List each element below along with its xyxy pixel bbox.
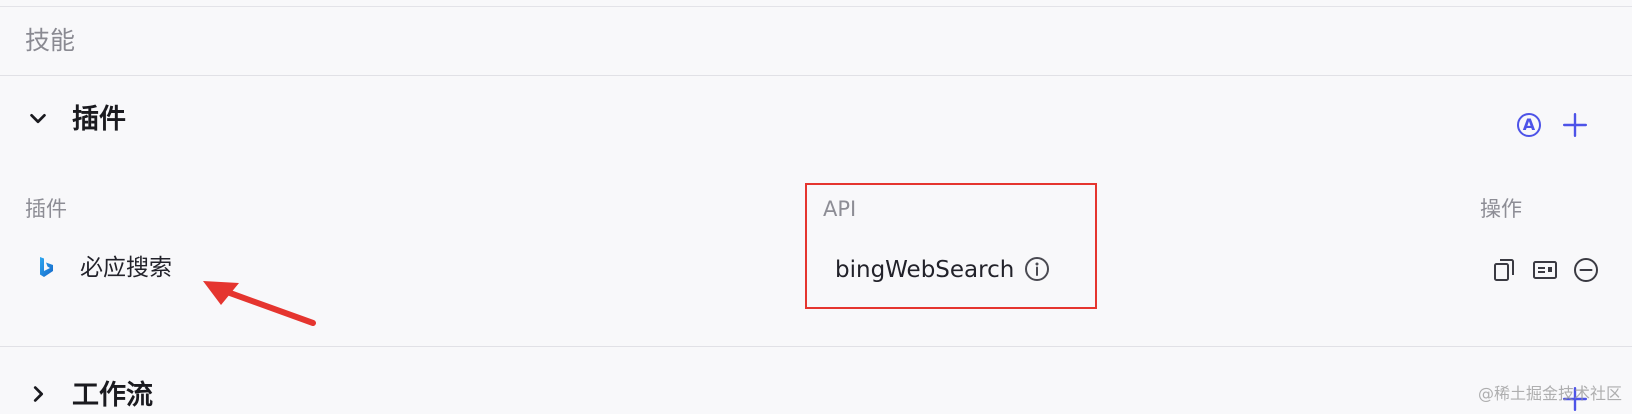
top-border bbox=[0, 6, 1632, 7]
column-header-actions: 操作 bbox=[1480, 197, 1522, 221]
bing-logo-icon bbox=[34, 254, 58, 282]
add-plugin-button[interactable] bbox=[1560, 110, 1590, 140]
annotation-arrow-icon bbox=[203, 281, 316, 326]
card-icon bbox=[1533, 261, 1557, 279]
chevron-right-icon[interactable] bbox=[25, 381, 51, 407]
plugins-section-title[interactable]: 插件 bbox=[72, 102, 126, 138]
copy-icon bbox=[1494, 259, 1514, 281]
section-divider bbox=[0, 346, 1632, 347]
remove-plugin-button[interactable] bbox=[1572, 256, 1600, 284]
highlight-box bbox=[805, 183, 1097, 309]
minus-circle-icon bbox=[1574, 258, 1598, 282]
section-divider bbox=[0, 75, 1632, 76]
watermark: @稀土掘金技术社区 bbox=[1477, 384, 1622, 403]
copy-button[interactable] bbox=[1490, 256, 1518, 284]
params-card-button[interactable] bbox=[1531, 256, 1559, 284]
chevron-down-icon[interactable] bbox=[25, 106, 51, 132]
plugin-name: 必应搜索 bbox=[80, 255, 172, 281]
workflow-section-title[interactable]: 工作流 bbox=[72, 378, 153, 414]
column-header-plugin: 插件 bbox=[25, 197, 67, 221]
auto-plugin-button[interactable]: A bbox=[1514, 110, 1544, 140]
skills-title: 技能 bbox=[25, 26, 76, 55]
plus-icon bbox=[1562, 112, 1588, 138]
auto-badge-icon: A bbox=[1517, 113, 1541, 137]
